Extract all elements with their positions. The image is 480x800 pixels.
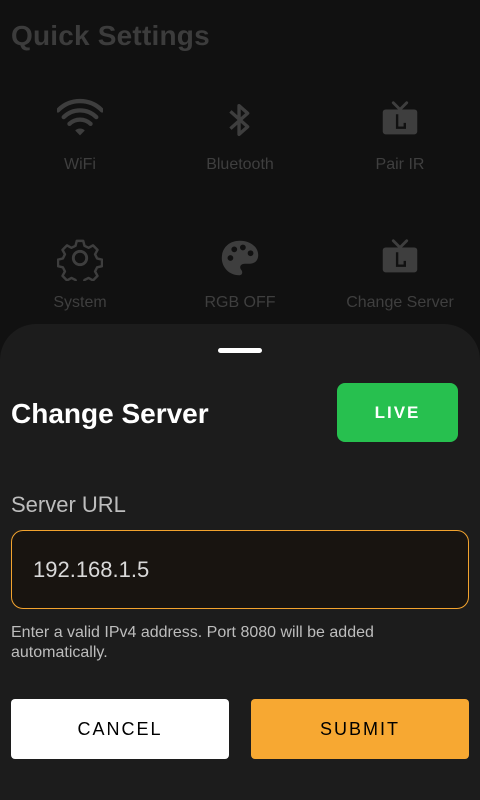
server-url-label: Server URL <box>11 492 126 517</box>
tv-icon <box>376 96 424 144</box>
tile-bluetooth[interactable]: Bluetooth <box>160 96 320 206</box>
tv-icon <box>376 234 424 282</box>
wifi-icon <box>56 96 104 144</box>
bluetooth-icon <box>216 96 264 144</box>
server-url-input[interactable] <box>11 530 469 609</box>
gear-icon <box>56 234 104 282</box>
tile-label: WiFi <box>64 156 96 173</box>
tile-pair-ir[interactable]: Pair IR <box>320 96 480 206</box>
tile-wifi[interactable]: WiFi <box>0 96 160 206</box>
sheet-title: Change Server <box>11 398 209 429</box>
submit-button[interactable]: SUBMIT <box>251 699 469 759</box>
sheet-drag-handle[interactable] <box>218 348 262 353</box>
cancel-button[interactable]: CANCEL <box>11 699 229 759</box>
tile-label: Pair IR <box>375 156 425 173</box>
palette-icon <box>216 234 264 282</box>
quick-settings-title: Quick Settings <box>11 20 210 51</box>
change-server-sheet: Change Server LIVE Server URL Enter a va… <box>0 324 480 800</box>
tile-label: Bluetooth <box>206 156 274 173</box>
tile-label: Change Server <box>346 294 454 311</box>
tile-label: RGB OFF <box>204 294 276 311</box>
live-button[interactable]: LIVE <box>337 383 458 442</box>
server-url-hint: Enter a valid IPv4 address. Port 8080 wi… <box>11 624 374 661</box>
tile-label: System <box>53 294 107 311</box>
